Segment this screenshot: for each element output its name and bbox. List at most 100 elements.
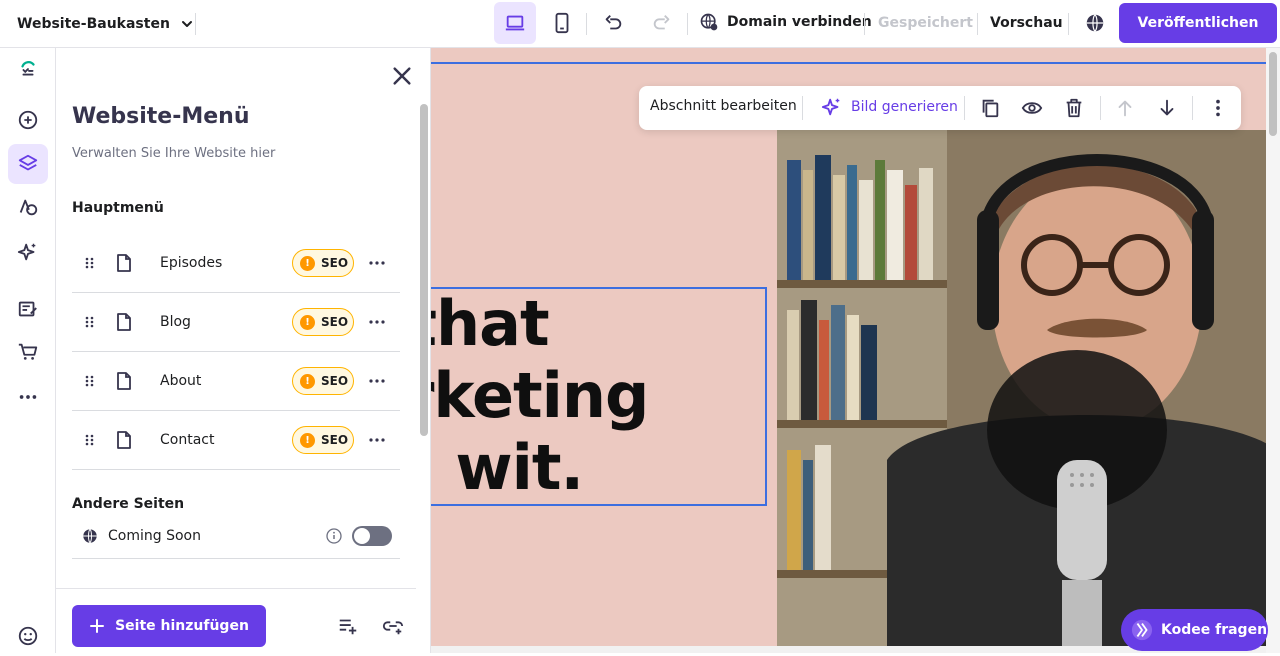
visibility-button[interactable] [1021,97,1043,119]
canvas-scrollbar[interactable] [1266,48,1280,653]
scrollbar-thumb[interactable] [1269,52,1277,136]
generate-image-button[interactable]: Bild generieren [821,96,958,118]
info-icon[interactable] [326,528,342,544]
drag-handle-icon[interactable] [84,374,96,388]
menu-item-episodes[interactable]: Episodes ! SEO [72,234,400,293]
left-rail [0,48,56,653]
layers-icon [17,153,39,175]
seo-label: SEO [321,315,349,329]
main-menu-heading: Hauptmenü [72,200,164,216]
preview-button[interactable]: Vorschau [990,15,1063,31]
menu-item-contact[interactable]: Contact ! SEO [72,411,400,470]
section-outline [431,62,1266,64]
undo-button[interactable] [601,11,625,35]
menu-item-label: Contact [160,432,215,448]
divider [586,13,587,35]
redo-button[interactable] [650,11,674,35]
seo-badge[interactable]: ! SEO [292,249,354,277]
store-icon [17,341,39,363]
move-up-button[interactable] [1114,97,1136,119]
other-pages-heading: Andere Seiten [72,496,185,512]
divider [687,13,688,35]
close-button[interactable] [390,64,414,88]
more-options-icon[interactable] [368,372,386,390]
drag-handle-icon[interactable] [84,256,96,270]
undo-icon [602,12,624,34]
more-options-icon[interactable] [368,254,386,272]
arrow-down-icon [1156,97,1178,119]
seo-badge[interactable]: ! SEO [292,426,354,454]
editor-canvas[interactable]: : that arketing th wit. [431,48,1266,646]
scrollbar-thumb[interactable] [420,104,428,436]
top-bar: Website-Baukasten Domain verbinden Gespe… [0,0,1280,48]
divider [195,13,196,35]
language-button[interactable] [1083,11,1107,35]
ai-tools-button[interactable] [8,232,48,272]
other-page-coming-soon[interactable]: Coming Soon [72,518,400,559]
drag-handle-icon[interactable] [84,315,96,329]
desktop-view-button[interactable] [494,2,536,44]
add-page-button[interactable]: Seite hinzufügen [72,605,266,647]
warning-icon: ! [300,432,315,448]
add-list-icon[interactable] [337,615,359,637]
page-icon [116,431,132,449]
drag-handle-icon[interactable] [84,433,96,447]
layers-button[interactable] [8,144,48,184]
divider [1100,96,1101,120]
seo-badge[interactable]: ! SEO [292,367,354,395]
page-icon [116,372,132,390]
menu-item-label: Episodes [160,255,223,271]
page-icon [116,254,132,272]
generate-image-label: Bild generieren [851,99,958,115]
ai-tools-icon [17,241,39,263]
menu-item-about[interactable]: About ! SEO [72,352,400,411]
seo-badge[interactable]: ! SEO [292,308,354,336]
globe-settings-icon [699,12,719,32]
accessibility-button[interactable] [8,616,48,656]
more-actions-button[interactable] [1207,97,1229,119]
more-options-icon[interactable] [368,313,386,331]
panel-scrollbar[interactable] [417,100,431,588]
arrow-up-icon [1114,97,1136,119]
add-link-icon[interactable] [382,615,404,637]
hero-photo[interactable] [777,130,1266,646]
publish-button[interactable]: Veröffentlichen [1119,3,1277,43]
connect-domain-button[interactable]: Domain verbinden [699,12,872,32]
toggle-knob [354,528,370,544]
logo-icon[interactable] [8,50,48,90]
menu-item-blog[interactable]: Blog ! SEO [72,293,400,352]
menu-item-label: About [160,373,202,389]
plus-icon [89,618,105,634]
kodee-ask-button[interactable]: Kodee fragen [1121,609,1268,651]
publish-toggle[interactable] [352,526,392,546]
divider [1192,96,1193,120]
connect-domain-label: Domain verbinden [727,14,872,30]
eye-icon [1021,97,1043,119]
more-icon [17,386,39,408]
mobile-view-button[interactable] [550,11,574,35]
trash-icon [1063,97,1085,119]
other-page-label: Coming Soon [108,528,201,544]
page-icon [116,313,132,331]
duplicate-button[interactable] [979,97,1001,119]
styles-button[interactable] [8,187,48,227]
add-element-button[interactable] [8,100,48,140]
blog-icon [17,298,39,320]
more-options-icon[interactable] [368,431,386,449]
store-button[interactable] [8,332,48,372]
divider [1068,13,1069,35]
add-element-icon [17,109,39,131]
laptop-icon [504,12,526,34]
chevron-down-icon [180,17,194,31]
blog-button[interactable] [8,289,48,329]
delete-button[interactable] [1063,97,1085,119]
edit-section-button[interactable]: Abschnitt bearbeiten [650,98,797,114]
more-button[interactable] [8,377,48,417]
move-down-button[interactable] [1156,97,1178,119]
sparkle-icon [821,96,843,118]
globe-icon [1084,12,1106,34]
phone-icon [551,12,573,34]
brand-dropdown[interactable]: Website-Baukasten [0,0,194,48]
warning-icon: ! [300,255,315,271]
divider [864,13,865,35]
